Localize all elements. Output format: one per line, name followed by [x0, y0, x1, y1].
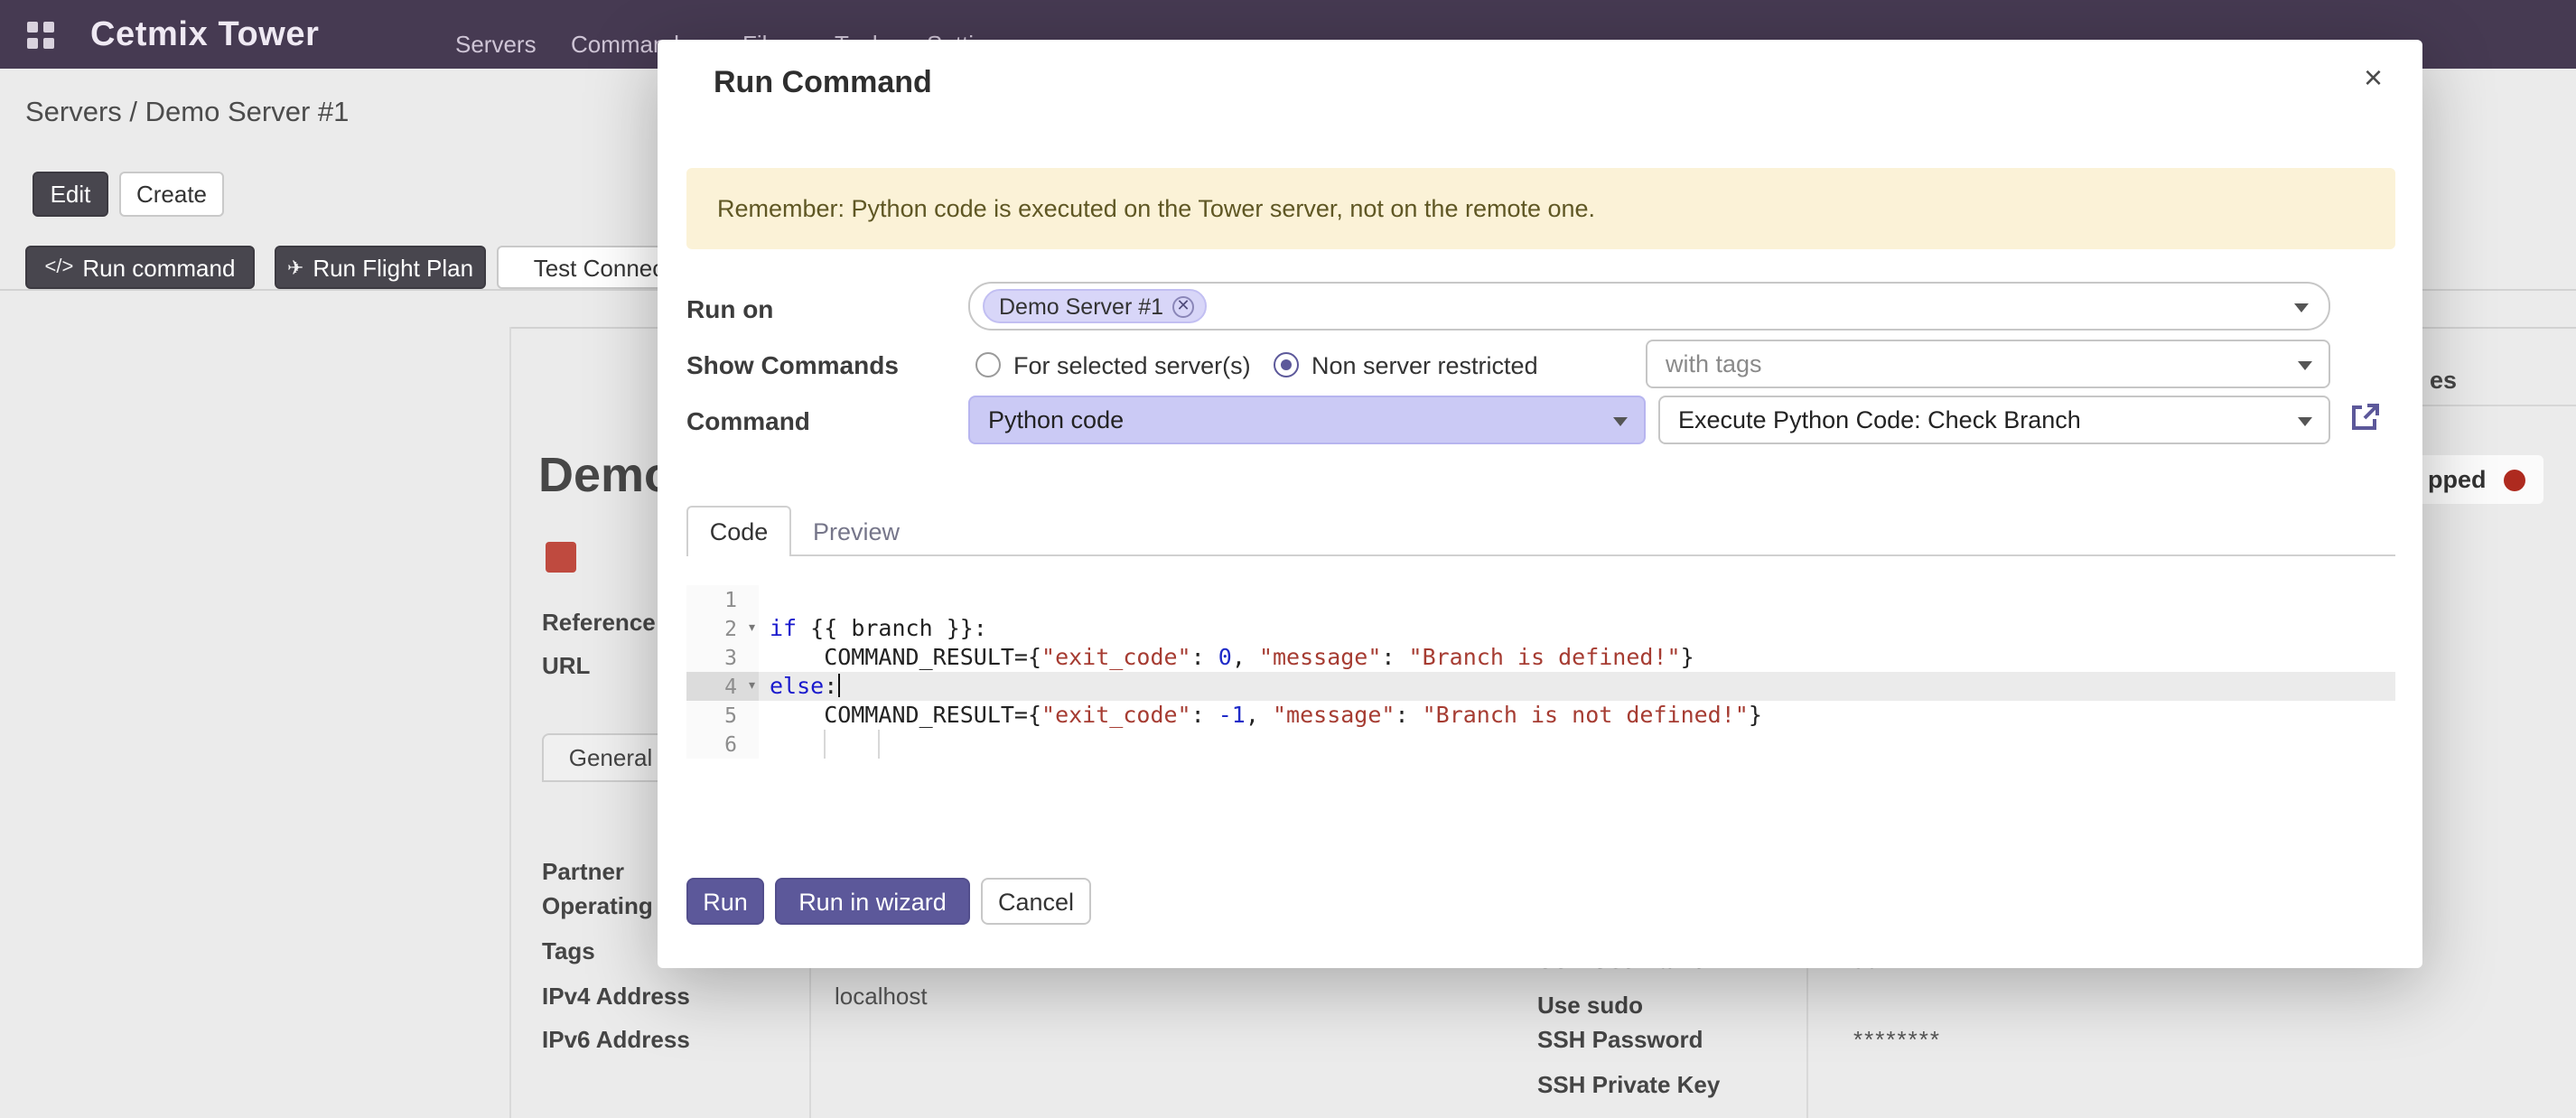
text-cursor	[837, 674, 840, 697]
code-text: COMMAND_RESULT={"exit_code": -1, "messag…	[759, 701, 2395, 730]
code-text: if {{ branch }}:	[759, 614, 2395, 643]
fold-caret-icon[interactable]: ▾	[747, 614, 757, 643]
server-color-swatch[interactable]	[546, 542, 576, 573]
run-on-multiselect[interactable]: Demo Server #1 ✕	[968, 282, 2330, 331]
field-label-ssh-private-key: SSH Private Key	[1537, 1071, 1720, 1098]
code-line-4[interactable]: 4▾else:	[686, 672, 2395, 701]
command-label: Command	[686, 406, 810, 435]
warning-alert: Remember: Python code is executed on the…	[686, 168, 2395, 249]
breadcrumb-separator: /	[122, 98, 145, 128]
flight-plan-icon: ✈	[287, 256, 303, 279]
line-number: 5	[686, 701, 759, 730]
status-stopped-dot-icon	[2504, 470, 2525, 491]
tabs-border	[686, 554, 2395, 556]
code-text	[759, 585, 2395, 614]
field-label-tags: Tags	[542, 937, 595, 964]
command-select[interactable]: Execute Python Code: Check Branch	[1658, 396, 2330, 444]
field-label-ipv6: IPv6 Address	[542, 1026, 690, 1053]
code-text: else:	[759, 672, 2395, 701]
run-command-modal: Run Command × Remember: Python code is e…	[658, 40, 2422, 968]
external-link-icon[interactable]	[2348, 401, 2381, 433]
breadcrumb: Servers / Demo Server #1	[25, 98, 349, 130]
breadcrumb-servers-link[interactable]: Servers	[25, 98, 122, 128]
run-flight-plan-button[interactable]: ✈ Run Flight Plan	[275, 246, 486, 289]
radio-for-selected-servers[interactable]	[975, 352, 1001, 377]
field-label-use-sudo: Use sudo	[1537, 992, 1643, 1019]
code-brackets-icon: </>	[45, 256, 74, 278]
line-number: 2▾	[686, 614, 759, 643]
run-command-button[interactable]: </> Run command	[25, 246, 255, 289]
code-line-3[interactable]: 3 COMMAND_RESULT={"exit_code": 0, "messa…	[686, 643, 2395, 672]
nav-item-servers[interactable]: Servers	[455, 31, 537, 58]
run-button[interactable]: Run	[686, 878, 764, 925]
field-value-ssh-password[interactable]: ********	[1853, 1026, 1941, 1053]
server-page-title: Demo	[538, 448, 674, 504]
code-line-2[interactable]: 2▾if {{ branch }}:	[686, 614, 2395, 643]
code-line-6[interactable]: 6	[686, 730, 2395, 759]
indent-guide	[824, 730, 826, 759]
right-header-border	[2422, 405, 2576, 406]
tab-preview[interactable]: Preview	[813, 518, 900, 545]
modal-title: Run Command	[714, 65, 932, 101]
server-tag[interactable]: Demo Server #1 ✕	[983, 289, 1207, 323]
right-header-partial-text: es	[2430, 367, 2457, 394]
field-label-operating: Operating	[542, 892, 653, 919]
code-text	[759, 730, 2395, 759]
field-label-ipv4: IPv4 Address	[542, 983, 690, 1010]
breadcrumb-current: Demo Server #1	[145, 98, 350, 128]
code-line-5[interactable]: 5 COMMAND_RESULT={"exit_code": -1, "mess…	[686, 701, 2395, 730]
line-number: 4▾	[686, 672, 759, 701]
status-partial-text: pped	[2428, 466, 2487, 493]
run-on-label: Run on	[686, 294, 773, 323]
code-editor[interactable]: 12▾if {{ branch }}:3 COMMAND_RESULT={"ex…	[686, 585, 2395, 759]
run-in-wizard-button[interactable]: Run in wizard	[775, 878, 970, 925]
command-type-select[interactable]: Python code	[968, 396, 1646, 444]
line-number: 1	[686, 585, 759, 614]
app-brand[interactable]: Cetmix Tower	[90, 16, 320, 56]
field-label-reference: Reference	[542, 609, 656, 636]
apps-menu-icon[interactable]	[27, 22, 54, 49]
line-number: 3	[686, 643, 759, 672]
radio-label-for-selected-servers[interactable]: For selected server(s)	[1013, 352, 1251, 379]
close-icon[interactable]: ×	[2364, 60, 2383, 98]
radio-label-non-server-restricted[interactable]: Non server restricted	[1311, 352, 1538, 379]
code-text: COMMAND_RESULT={"exit_code": 0, "message…	[759, 643, 2395, 672]
code-line-1[interactable]: 1	[686, 585, 2395, 614]
field-label-ssh-password: SSH Password	[1537, 1026, 1703, 1053]
line-number: 6	[686, 730, 759, 759]
sheet-left-border	[509, 327, 511, 1118]
cancel-button[interactable]: Cancel	[981, 878, 1091, 925]
indent-guide	[878, 730, 880, 759]
field-label-partner: Partner	[542, 858, 624, 885]
show-commands-label: Show Commands	[686, 350, 899, 379]
field-value-ipv4[interactable]: localhost	[835, 983, 928, 1010]
tag-remove-icon[interactable]: ✕	[1172, 295, 1194, 317]
fold-caret-icon[interactable]: ▾	[747, 672, 757, 701]
edit-button[interactable]: Edit	[33, 172, 108, 217]
with-tags-select[interactable]: with tags	[1646, 340, 2330, 388]
screen: Cetmix Tower Servers Commands Files Tool…	[0, 0, 2576, 1118]
tab-code[interactable]: Code	[686, 506, 791, 556]
radio-non-server-restricted[interactable]	[1274, 352, 1299, 377]
create-button[interactable]: Create	[119, 172, 224, 217]
field-label-url: URL	[542, 652, 590, 679]
